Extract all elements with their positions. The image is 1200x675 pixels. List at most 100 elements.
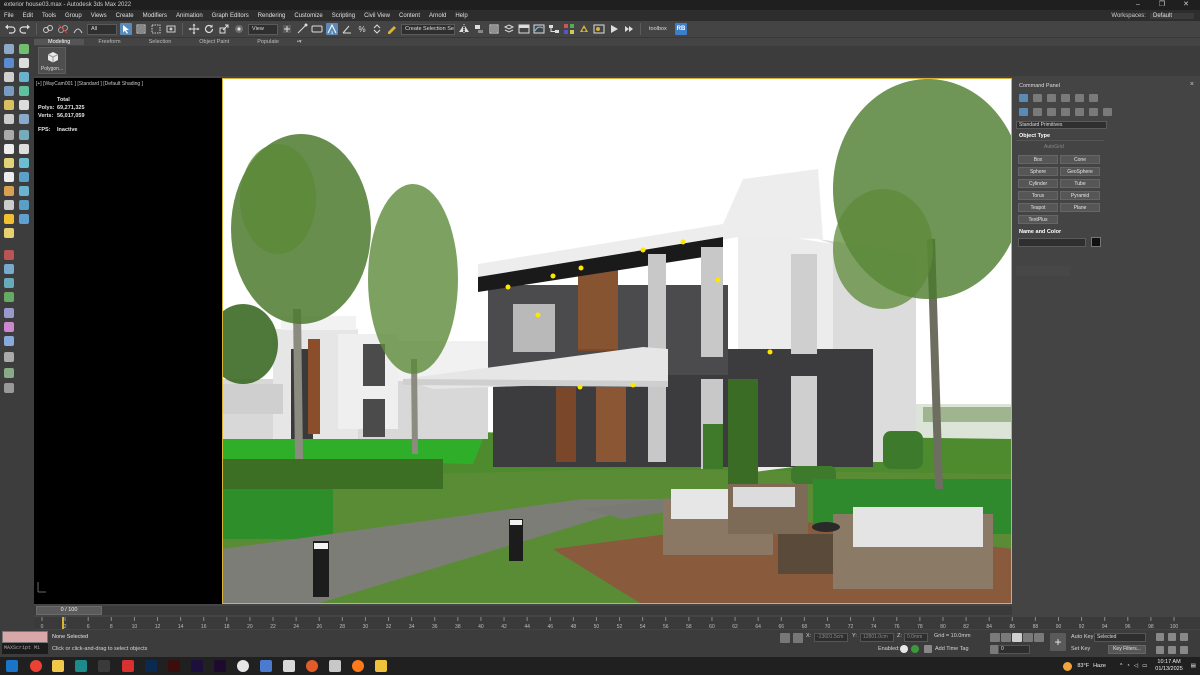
- particles-tool-icon[interactable]: [4, 250, 14, 260]
- photos-icon[interactable]: [375, 660, 387, 672]
- toggle-scene-explorer-icon[interactable]: [488, 23, 500, 35]
- spinner-snap-icon[interactable]: [371, 23, 383, 35]
- pan-icon[interactable]: [1168, 646, 1176, 654]
- close-button[interactable]: ✕: [1176, 0, 1196, 10]
- motion-tool-icon[interactable]: [19, 58, 29, 68]
- tray-chevron-icon[interactable]: ^: [1120, 663, 1123, 669]
- previous-frame-icon[interactable]: [1001, 633, 1011, 642]
- tab-modeling[interactable]: Modeling: [34, 39, 85, 45]
- primitive-type-dropdown[interactable]: Standard Primitives: [1016, 121, 1107, 129]
- camera-tool-icon[interactable]: [4, 86, 14, 96]
- tube-tool-icon[interactable]: [19, 158, 29, 168]
- illustrator-icon[interactable]: [168, 660, 180, 672]
- enabled-toggle[interactable]: [900, 645, 908, 653]
- add-time-tag-label[interactable]: Add Time Tag: [935, 646, 969, 652]
- render-production-icon[interactable]: [608, 23, 620, 35]
- set-key-button[interactable]: Set Key: [1071, 646, 1090, 652]
- foliage-tool-icon[interactable]: [4, 292, 14, 302]
- storage-icon[interactable]: [329, 660, 341, 672]
- tab-freeform[interactable]: Freeform: [84, 39, 134, 45]
- pc-icon[interactable]: [260, 660, 272, 672]
- geometry-category-icon[interactable]: [1019, 108, 1028, 116]
- material-editor-icon[interactable]: [563, 23, 575, 35]
- spacewarp-tool-icon[interactable]: [4, 100, 14, 110]
- modify-tab-icon[interactable]: [1033, 94, 1042, 102]
- angle-snap-icon[interactable]: [341, 23, 353, 35]
- workspaces-selector[interactable]: Workspaces: Default: [1111, 10, 1194, 21]
- align-icon[interactable]: [473, 23, 485, 35]
- polygon-modeling-button[interactable]: Polygon...: [38, 47, 66, 74]
- file-explorer-icon[interactable]: [52, 660, 64, 672]
- viewport-label[interactable]: [+] [WayCam001 ] [Standard ] [Default Sh…: [36, 81, 143, 87]
- rail-tool-icon[interactable]: [4, 308, 14, 318]
- select-by-name-icon[interactable]: [135, 23, 147, 35]
- helpers-category-icon[interactable]: [1075, 108, 1084, 116]
- utility-tool-icon[interactable]: [19, 72, 29, 82]
- menu-modifiers[interactable]: Modifiers: [143, 13, 167, 19]
- weather-icon[interactable]: [1063, 661, 1073, 671]
- photoshop-icon[interactable]: [145, 660, 157, 672]
- named-selection-dropdown[interactable]: Create Selection Se: [401, 23, 455, 35]
- next-frame-icon[interactable]: [1023, 633, 1033, 642]
- plane-tool-icon[interactable]: [19, 186, 29, 196]
- edit-named-selection-icon[interactable]: [386, 23, 398, 35]
- after-effects-icon[interactable]: [191, 660, 203, 672]
- cylinder-button[interactable]: Cylinder: [1018, 179, 1058, 188]
- command-panel-close-icon[interactable]: ×: [1190, 81, 1194, 88]
- sphere-button[interactable]: Sphere: [1018, 167, 1058, 176]
- teapot-tool-icon[interactable]: [4, 186, 14, 196]
- time-tag-icon[interactable]: [911, 645, 919, 653]
- object-color-swatch[interactable]: [1091, 237, 1101, 247]
- obs-icon[interactable]: [237, 660, 249, 672]
- render-setup-icon[interactable]: [578, 23, 590, 35]
- select-manipulate-icon[interactable]: [296, 23, 308, 35]
- clock[interactable]: 10:17 AM 01/13/2025: [1155, 659, 1183, 673]
- spacewarps-category-icon[interactable]: [1089, 108, 1098, 116]
- plane-button[interactable]: Plane: [1060, 203, 1100, 212]
- current-frame-field[interactable]: 0: [998, 645, 1030, 654]
- menu-group[interactable]: Group: [65, 13, 82, 19]
- compound-tool-icon[interactable]: [4, 264, 14, 274]
- tube-button[interactable]: Tube: [1060, 179, 1100, 188]
- daylight-tool-icon[interactable]: [19, 214, 29, 224]
- cylinder-tool-icon[interactable]: [4, 158, 14, 168]
- extended-tool-icon[interactable]: [4, 278, 14, 288]
- autocad-icon[interactable]: [122, 660, 134, 672]
- tab-selection[interactable]: Selection: [135, 39, 186, 45]
- toggle-layer-explorer-icon[interactable]: [503, 23, 515, 35]
- menu-arnold[interactable]: Arnold: [429, 13, 446, 19]
- toolbox-label[interactable]: toolbox: [646, 24, 672, 35]
- plugin-tool-icon[interactable]: [19, 130, 29, 140]
- lights-category-icon[interactable]: [1047, 108, 1056, 116]
- time-slider-thumb[interactable]: 0 / 100: [36, 606, 102, 615]
- field-of-view-icon[interactable]: [1156, 646, 1164, 654]
- move-icon[interactable]: [188, 23, 200, 35]
- menu-help[interactable]: Help: [455, 13, 467, 19]
- window-crossing-icon[interactable]: [165, 23, 177, 35]
- system-tool-icon[interactable]: [19, 100, 29, 110]
- notifications-icon[interactable]: ▤: [1191, 663, 1196, 669]
- cone-tool-icon[interactable]: [4, 200, 14, 210]
- menu-scripting[interactable]: Scripting: [332, 13, 355, 19]
- patch-tool-icon[interactable]: [4, 322, 14, 332]
- menu-customize[interactable]: Customize: [294, 13, 322, 19]
- mirror-icon[interactable]: [458, 23, 470, 35]
- utilities-tab-icon[interactable]: [1089, 94, 1098, 102]
- x-coordinate-field[interactable]: -13601.5cm: [814, 633, 848, 642]
- menu-animation[interactable]: Animation: [176, 13, 203, 19]
- display-tool-icon[interactable]: [4, 72, 14, 82]
- menu-content[interactable]: Content: [399, 13, 420, 19]
- maximize-button[interactable]: ❐: [1152, 0, 1172, 10]
- maxscript-input[interactable]: [2, 631, 48, 643]
- absolute-mode-icon[interactable]: [793, 633, 803, 643]
- menu-create[interactable]: Create: [116, 13, 134, 19]
- script-tool-icon[interactable]: [4, 130, 14, 140]
- sphere-tool-icon[interactable]: [19, 144, 29, 154]
- firefox-icon[interactable]: [352, 660, 364, 672]
- cameras-category-icon[interactable]: [1061, 108, 1070, 116]
- box-tool-icon[interactable]: [4, 144, 14, 154]
- hierarchy-tab-icon[interactable]: [1047, 94, 1056, 102]
- start-icon[interactable]: [6, 660, 18, 672]
- schematic-view-icon[interactable]: [548, 23, 560, 35]
- pivot-center-icon[interactable]: [281, 23, 293, 35]
